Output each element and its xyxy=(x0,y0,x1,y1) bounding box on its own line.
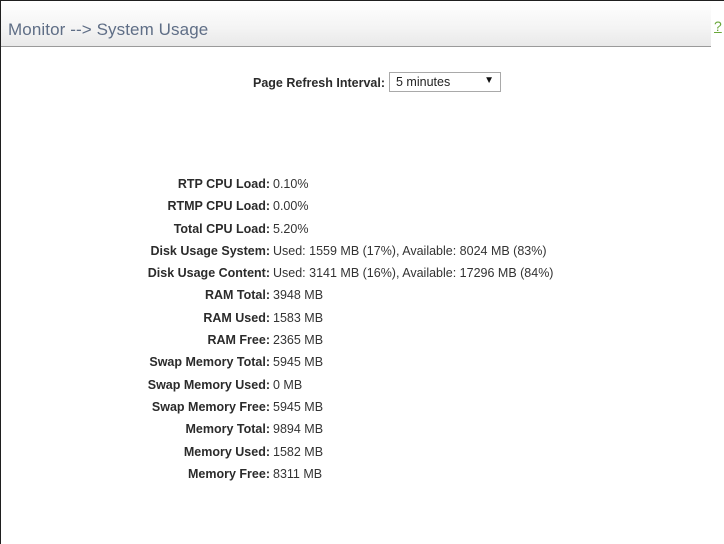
stat-label: Swap Memory Free: xyxy=(151,399,270,414)
stat-row: Memory Used: 1582 MB xyxy=(1,445,724,467)
stat-value: 8311 MB xyxy=(273,466,323,481)
stat-label: RAM Total: xyxy=(204,288,270,303)
stat-row: Memory Free: 8311 MB xyxy=(1,467,724,489)
stat-value: 3948 MB xyxy=(273,288,324,303)
stat-row: RAM Used: 1583 MB xyxy=(1,311,724,333)
stat-label: Memory Total: xyxy=(185,422,271,437)
refresh-interval-row: Page Refresh Interval: 5 minutes ▼ xyxy=(1,72,724,94)
stat-label: RAM Free: xyxy=(207,333,270,348)
stat-value: 0.00% xyxy=(273,199,309,214)
stat-label: Swap Memory Used: xyxy=(147,377,270,392)
stat-value: 5945 MB xyxy=(273,399,324,414)
help-link[interactable]: ? xyxy=(714,18,722,34)
stat-value: Used: 3141 MB (16%), Available: 17296 MB… xyxy=(273,266,554,281)
stat-value: 2365 MB xyxy=(273,333,324,348)
stat-row: Disk Usage System: Used: 1559 MB (17%), … xyxy=(1,244,724,266)
system-usage-stats: RTP CPU Load: 0.10% RTMP CPU Load: 0.00%… xyxy=(1,177,724,489)
stat-label: Memory Used: xyxy=(183,444,270,459)
system-usage-page: Monitor --> System Usage ? Page Refresh … xyxy=(0,0,724,544)
stat-row: Total CPU Load: 5.20% xyxy=(1,222,724,244)
stat-value: 0.10% xyxy=(273,177,309,191)
stat-value: 5945 MB xyxy=(273,355,324,370)
stat-row: Swap Memory Used: 0 MB xyxy=(1,378,724,400)
chevron-down-icon: ▼ xyxy=(484,75,494,86)
refresh-interval-value: 5 minutes xyxy=(396,75,451,89)
refresh-interval-select[interactable]: 5 minutes ▼ xyxy=(389,72,501,92)
stat-value: 5.20% xyxy=(273,221,309,236)
stat-row: Swap Memory Total: 5945 MB xyxy=(1,355,724,377)
stat-row: RAM Free: 2365 MB xyxy=(1,333,724,355)
stat-label: Swap Memory Total: xyxy=(149,355,270,370)
stat-value: 0 MB xyxy=(273,377,303,392)
stat-value: 1582 MB xyxy=(273,444,324,459)
stat-label: RTP CPU Load: xyxy=(177,177,270,191)
stat-label: RTMP CPU Load: xyxy=(167,199,270,214)
stat-row: Memory Total: 9894 MB xyxy=(1,422,724,444)
stat-label: Disk Usage Content: xyxy=(147,266,270,281)
stat-value: 9894 MB xyxy=(273,422,324,437)
stat-row: Swap Memory Free: 5945 MB xyxy=(1,400,724,422)
stat-row: RTP CPU Load: 0.10% xyxy=(1,177,724,199)
stat-row: RTMP CPU Load: 0.00% xyxy=(1,199,724,221)
stat-label: Total CPU Load: xyxy=(173,221,270,236)
stat-row: Disk Usage Content: Used: 3141 MB (16%),… xyxy=(1,266,724,288)
page-header: Monitor --> System Usage xyxy=(1,1,711,47)
stat-value: Used: 1559 MB (17%), Available: 8024 MB … xyxy=(273,243,547,258)
page-title: Monitor --> System Usage xyxy=(8,20,209,39)
stat-label: RAM Used: xyxy=(203,310,270,325)
stat-row: RAM Total: 3948 MB xyxy=(1,288,724,310)
stat-label: Disk Usage System: xyxy=(150,243,270,258)
stat-label: Memory Free: xyxy=(188,466,270,481)
stat-value: 1583 MB xyxy=(273,310,324,325)
refresh-interval-label: Page Refresh Interval: xyxy=(253,76,385,90)
